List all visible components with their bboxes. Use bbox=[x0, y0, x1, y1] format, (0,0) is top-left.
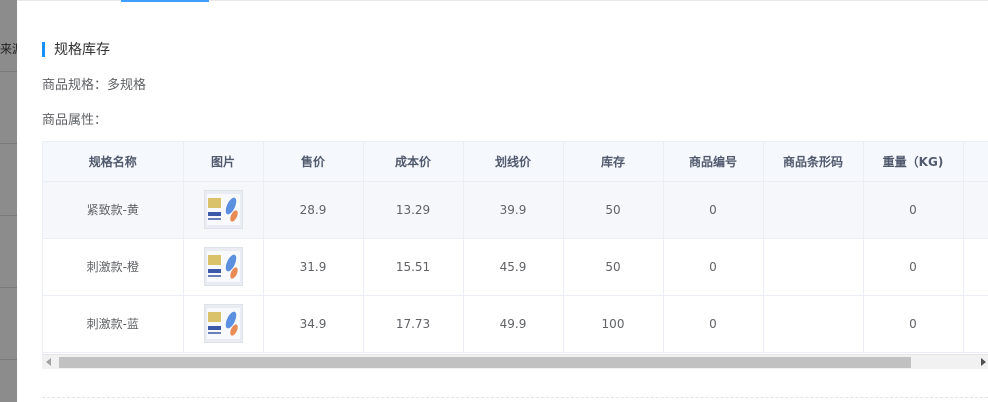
cell-extra bbox=[963, 295, 988, 353]
cell-spec-name: 刺激款-蓝 bbox=[43, 295, 184, 353]
column-header-extra bbox=[963, 142, 988, 182]
section-accent-bar bbox=[42, 41, 45, 57]
cell-price: 31.9 bbox=[263, 238, 364, 296]
sku-table: 规格名称 图片 售价 成本价 划线价 库存 商品编号 商品条形码 重量（KG) … bbox=[43, 142, 988, 353]
column-header-weight: 重量（KG) bbox=[863, 142, 964, 182]
column-header-price: 售价 bbox=[263, 142, 364, 182]
cell-product-code: 0 bbox=[663, 181, 764, 239]
backdrop-divider bbox=[0, 287, 17, 288]
cell-image bbox=[183, 295, 264, 353]
cell-extra bbox=[963, 181, 988, 239]
cell-list-price: 49.9 bbox=[463, 295, 564, 353]
horizontal-scrollbar[interactable] bbox=[42, 354, 988, 369]
cell-weight: 0 bbox=[863, 295, 964, 353]
column-header-stock: 库存 bbox=[563, 142, 664, 182]
cell-product-code: 0 bbox=[663, 238, 764, 296]
cell-weight: 0 bbox=[863, 181, 964, 239]
cell-spec-name: 紧致款-黄 bbox=[43, 181, 184, 239]
backdrop-divider bbox=[0, 359, 17, 360]
chevron-left-icon[interactable] bbox=[46, 358, 51, 366]
attributes-label: 商品属性： bbox=[42, 113, 108, 128]
cell-list-price: 45.9 bbox=[463, 238, 564, 296]
spec-type-value: 多规格 bbox=[107, 78, 147, 93]
product-thumbnail-icon[interactable] bbox=[203, 190, 243, 229]
product-thumbnail-icon[interactable] bbox=[203, 304, 243, 343]
backdrop-text-fragment: 来源 bbox=[0, 42, 17, 56]
table-row[interactable]: 刺激款-蓝 34.9 17.73 49.9 100 0 0 bbox=[43, 295, 988, 353]
cell-stock: 50 bbox=[563, 181, 664, 239]
column-header-image: 图片 bbox=[183, 142, 264, 182]
scrollbar-thumb[interactable] bbox=[59, 357, 911, 368]
cell-barcode bbox=[763, 238, 864, 296]
cell-price: 28.9 bbox=[263, 181, 364, 239]
column-header-spec-name: 规格名称 bbox=[43, 142, 184, 182]
product-thumbnail-icon[interactable] bbox=[203, 247, 243, 286]
table-row[interactable]: 紧致款-黄 28.9 13.29 39.9 50 0 0 bbox=[43, 181, 988, 239]
active-tab-indicator[interactable] bbox=[121, 0, 209, 2]
table-header-row: 规格名称 图片 售价 成本价 划线价 库存 商品编号 商品条形码 重量（KG) bbox=[43, 142, 988, 182]
cell-cost: 13.29 bbox=[363, 181, 464, 239]
spec-type-label: 商品规格： bbox=[42, 78, 108, 93]
cell-image bbox=[183, 181, 264, 239]
column-header-barcode: 商品条形码 bbox=[763, 142, 864, 182]
cell-stock: 50 bbox=[563, 238, 664, 296]
cell-stock: 100 bbox=[563, 295, 664, 353]
attributes-row: 商品属性： bbox=[42, 109, 107, 128]
cell-price: 34.9 bbox=[263, 295, 364, 353]
table-row[interactable]: 刺激款-橙 31.9 15.51 45.9 50 0 0 bbox=[43, 238, 988, 296]
column-header-list-price: 划线价 bbox=[463, 142, 564, 182]
page-backdrop: 来源 bbox=[0, 0, 17, 402]
column-header-product-code: 商品编号 bbox=[663, 142, 764, 182]
section-title: 规格库存 bbox=[54, 42, 110, 58]
sku-table-container: 规格名称 图片 售价 成本价 划线价 库存 商品编号 商品条形码 重量（KG) … bbox=[42, 141, 988, 354]
cell-barcode bbox=[763, 295, 864, 353]
cell-weight: 0 bbox=[863, 238, 964, 296]
backdrop-divider bbox=[0, 71, 17, 72]
cell-cost: 15.51 bbox=[363, 238, 464, 296]
section-header: 规格库存 bbox=[42, 41, 110, 58]
backdrop-divider bbox=[0, 143, 17, 144]
cell-spec-name: 刺激款-橙 bbox=[43, 238, 184, 296]
product-detail-drawer: 规格库存 商品规格：多规格 商品属性： 规格名称 图片 售价 成本价 划线价 库… bbox=[17, 0, 988, 402]
section-divider bbox=[42, 397, 988, 398]
cell-cost: 17.73 bbox=[363, 295, 464, 353]
cell-product-code: 0 bbox=[663, 295, 764, 353]
cell-list-price: 39.9 bbox=[463, 181, 564, 239]
chevron-right-icon[interactable] bbox=[981, 358, 986, 366]
cell-image bbox=[183, 238, 264, 296]
cell-barcode bbox=[763, 181, 864, 239]
spec-type-row: 商品规格：多规格 bbox=[42, 74, 146, 93]
cell-extra bbox=[963, 238, 988, 296]
column-header-cost: 成本价 bbox=[363, 142, 464, 182]
backdrop-divider bbox=[0, 215, 17, 216]
